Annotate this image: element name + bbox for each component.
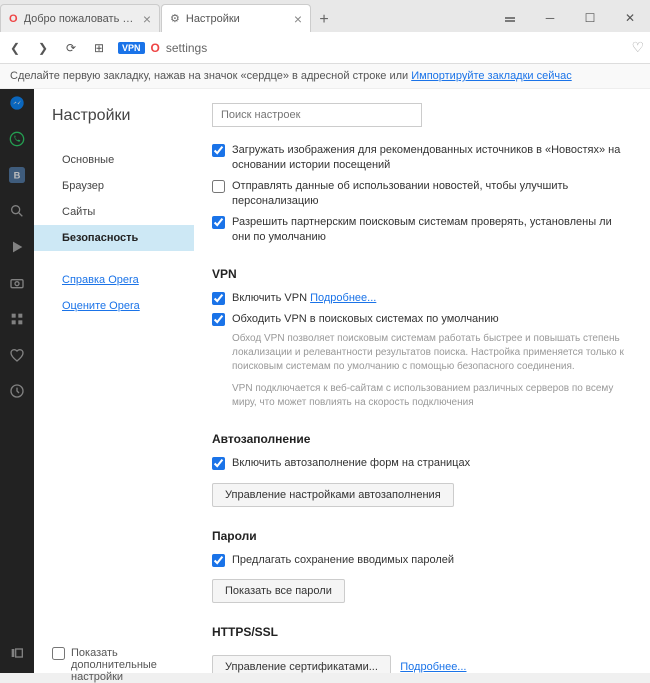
show-advanced-checkbox[interactable] <box>52 647 65 660</box>
camera-icon[interactable] <box>7 273 27 293</box>
opt-enable-vpn[interactable]: Включить VPN Подробнее... <box>212 291 632 306</box>
opt-news-usage[interactable]: Отправлять данные об использовании новос… <box>212 179 632 210</box>
https-more-link[interactable]: Подробнее... <box>400 661 466 673</box>
rate-link[interactable]: Оцените Opera <box>52 295 194 317</box>
vpn-badge: VPN <box>118 42 145 54</box>
close-window-button[interactable]: ✕ <box>610 4 650 32</box>
hint-text: Сделайте первую закладку, нажав на значо… <box>10 70 411 82</box>
sidebar-item-browser[interactable]: Браузер <box>34 173 194 199</box>
maximize-button[interactable]: ☐ <box>570 4 610 32</box>
opt-partner-search[interactable]: Разрешить партнерским поисковым системам… <box>212 215 632 246</box>
sidebar-item-security[interactable]: Безопасность <box>34 225 194 251</box>
manage-certs-button[interactable]: Управление сертификатами... <box>212 655 391 673</box>
opt-news-images[interactable]: Загружать изображения для рекомендованны… <box>212 143 632 174</box>
search-input[interactable] <box>212 103 422 127</box>
show-advanced[interactable]: Показать дополнительные настройки <box>52 647 194 683</box>
new-tab-button[interactable]: + <box>312 8 336 32</box>
forward-button[interactable]: ❯ <box>34 39 52 57</box>
opera-icon: O <box>9 13 18 25</box>
opt-offer-save-passwords[interactable]: Предлагать сохранение вводимых паролей <box>212 553 632 568</box>
section-news: Загружать изображения для рекомендованны… <box>212 143 632 245</box>
page-title: Настройки <box>52 107 194 125</box>
address-field[interactable]: VPN O settings <box>118 41 621 55</box>
settings-content[interactable]: Загружать изображения для рекомендованны… <box>194 89 650 673</box>
bookmark-heart-icon[interactable]: ♡ <box>631 39 644 56</box>
section-vpn: VPN Включить VPN Подробнее... Обходить V… <box>212 267 632 410</box>
opt-enable-autofill[interactable]: Включить автозаполнение форм на страница… <box>212 456 632 471</box>
section-autofill: Автозаполнение Включить автозаполнение ф… <box>212 432 632 506</box>
show-passwords-button[interactable]: Показать все пароли <box>212 579 345 603</box>
grid-icon[interactable] <box>7 309 27 329</box>
gear-icon: ⚙ <box>170 12 180 25</box>
clock-icon[interactable] <box>7 381 27 401</box>
section-https: HTTPS/SSL Управление сертификатами... По… <box>212 625 632 673</box>
tab-title: Добро пожаловать в Op <box>24 13 137 25</box>
titlebar: O Добро пожаловать в Op × ⚙ Настройки × … <box>0 0 650 32</box>
tab-settings[interactable]: ⚙ Настройки × <box>161 4 311 32</box>
vpn-fineprint-1: Обход VPN позволяет поисковым системам р… <box>232 332 632 374</box>
url-text: settings <box>166 41 207 55</box>
speed-dial-button[interactable]: ⊞ <box>90 39 108 57</box>
tab-welcome[interactable]: O Добро пожаловать в Op × <box>0 4 160 32</box>
opera-icon: O <box>151 41 160 55</box>
expand-rail-icon[interactable] <box>7 643 27 663</box>
whatsapp-icon[interactable] <box>7 129 27 149</box>
sidebar-item-sites[interactable]: Сайты <box>34 199 194 225</box>
address-bar: ❮ ❯ ⟳ ⊞ VPN O settings ♡ <box>0 32 650 64</box>
help-link[interactable]: Справка Opera <box>52 269 194 291</box>
section-title: VPN <box>212 267 632 281</box>
tab-title: Настройки <box>186 13 288 25</box>
messenger-icon[interactable] <box>7 93 27 113</box>
settings-sidebar: Настройки Основные Браузер Сайты Безопас… <box>34 89 194 673</box>
section-title: HTTPS/SSL <box>212 625 632 639</box>
reload-button[interactable]: ⟳ <box>62 39 80 57</box>
section-passwords: Пароли Предлагать сохранение вводимых па… <box>212 529 632 603</box>
back-button[interactable]: ❮ <box>6 39 24 57</box>
window-controls: ─ ☐ ✕ <box>490 4 650 32</box>
play-icon[interactable] <box>7 237 27 257</box>
minimize-button[interactable]: ─ <box>530 4 570 32</box>
search-icon[interactable] <box>7 201 27 221</box>
bookmark-hint-bar: Сделайте первую закладку, нажав на значо… <box>0 64 650 89</box>
left-rail: B <box>0 89 34 673</box>
section-title: Пароли <box>212 529 632 543</box>
vk-icon[interactable]: B <box>7 165 27 185</box>
close-icon[interactable]: × <box>294 11 302 27</box>
svg-text:B: B <box>14 170 21 180</box>
sidebar-item-basic[interactable]: Основные <box>34 147 194 173</box>
import-bookmarks-link[interactable]: Импортируйте закладки сейчас <box>411 70 572 82</box>
close-icon[interactable]: × <box>143 11 151 27</box>
section-title: Автозаполнение <box>212 432 632 446</box>
show-advanced-label: Показать дополнительные настройки <box>71 647 194 683</box>
minimize-button[interactable] <box>490 4 530 32</box>
opt-bypass-vpn[interactable]: Обходить VPN в поисковых системах по умо… <box>212 312 632 327</box>
manage-autofill-button[interactable]: Управление настройками автозаполнения <box>212 483 454 507</box>
vpn-more-link[interactable]: Подробнее... <box>310 292 376 304</box>
heart-icon[interactable] <box>7 345 27 365</box>
vpn-fineprint-2: VPN подключается к веб-сайтам с использо… <box>232 382 632 410</box>
